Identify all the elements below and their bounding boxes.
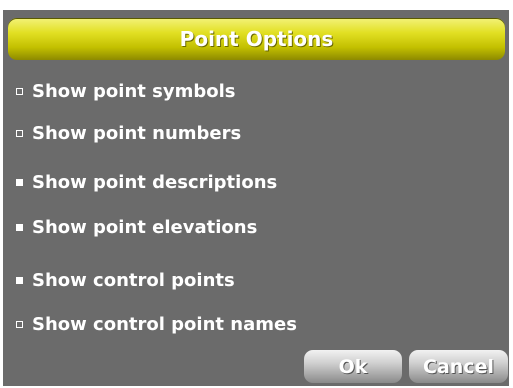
option-label: Show point numbers — [32, 122, 242, 144]
point-options-dialog: Point Options Show point symbols Show po… — [0, 0, 513, 388]
dialog-title: Point Options — [179, 27, 334, 51]
ok-button[interactable]: Ok — [304, 350, 402, 383]
option-show-control-points[interactable]: Show control points — [16, 265, 235, 295]
cancel-button[interactable]: Cancel — [409, 350, 508, 383]
option-label: Show point descriptions — [32, 171, 278, 193]
option-label: Show point symbols — [32, 80, 236, 102]
checkbox-icon[interactable] — [16, 223, 23, 231]
option-show-point-numbers[interactable]: Show point numbers — [16, 118, 241, 148]
option-show-point-elevations[interactable]: Show point elevations — [16, 212, 257, 242]
checkbox-icon[interactable] — [16, 129, 23, 137]
title-bar: Point Options — [8, 18, 505, 60]
checkbox-icon[interactable] — [16, 87, 23, 95]
checkbox-icon[interactable] — [16, 276, 23, 284]
checkbox-icon[interactable] — [16, 178, 23, 186]
option-label: Show point elevations — [32, 216, 258, 238]
checkbox-icon[interactable] — [16, 320, 23, 328]
option-show-control-point-names[interactable]: Show control point names — [16, 309, 297, 339]
option-show-point-descriptions[interactable]: Show point descriptions — [16, 167, 277, 197]
option-label: Show control point names — [32, 313, 297, 335]
option-show-point-symbols[interactable]: Show point symbols — [16, 76, 235, 106]
option-label: Show control points — [32, 269, 235, 291]
